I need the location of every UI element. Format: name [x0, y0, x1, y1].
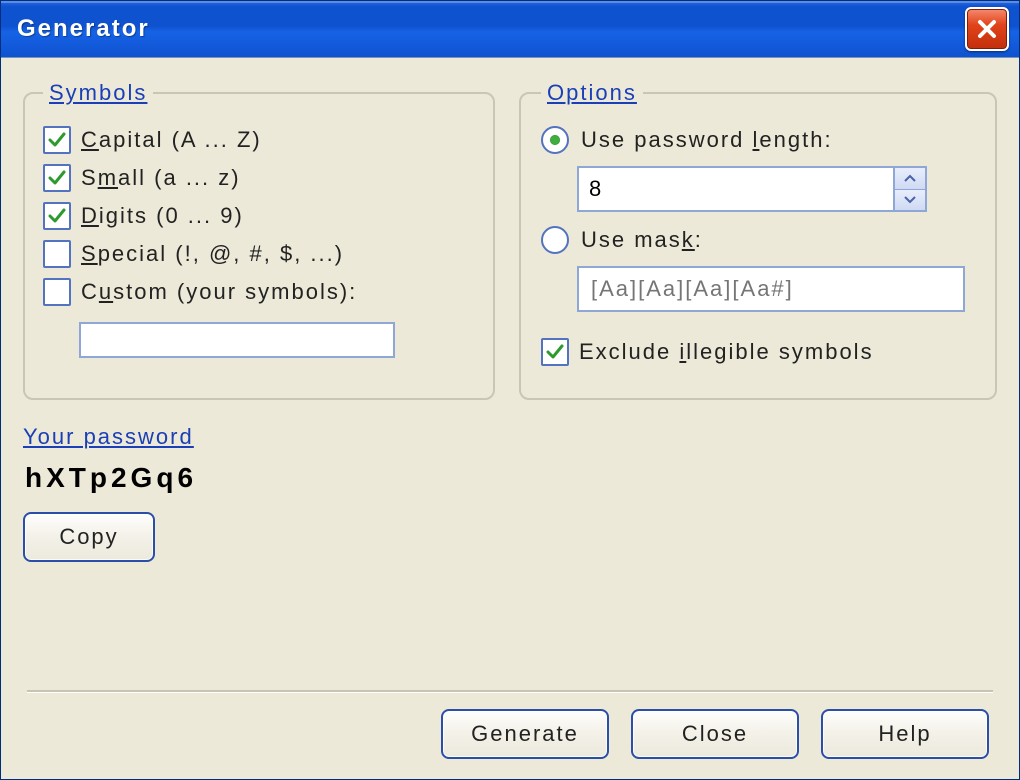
use-mask-radio-row[interactable]: Use mask: [541, 226, 975, 254]
exclude-checkbox-row[interactable]: Exclude illegible symbols [541, 338, 975, 366]
password-value: hXTp2Gq6 [25, 462, 997, 494]
chevron-down-icon [904, 196, 916, 204]
symbols-legend[interactable]: Symbols [43, 80, 153, 106]
small-label: Small (a ... z) [81, 165, 241, 191]
use-mask-label: Use mask: [581, 227, 703, 253]
digits-label: Digits (0 ... 9) [81, 203, 244, 229]
exclude-label: Exclude illegible symbols [579, 339, 874, 365]
small-checkbox-row[interactable]: Small (a ... z) [43, 164, 475, 192]
help-button[interactable]: Help [821, 709, 989, 759]
special-label: Special (!, @, #, $, ...) [81, 241, 344, 267]
use-length-label: Use password length: [581, 127, 833, 153]
capital-checkbox[interactable] [43, 126, 71, 154]
use-length-radio[interactable] [541, 126, 569, 154]
client-area: Symbols Capital (A ... Z) Small (a ... z… [1, 57, 1019, 779]
titlebar: Generator [1, 1, 1019, 57]
mask-input[interactable] [577, 266, 965, 312]
check-icon [48, 131, 66, 149]
use-mask-radio[interactable] [541, 226, 569, 254]
digits-checkbox[interactable] [43, 202, 71, 230]
separator [27, 690, 993, 693]
upper-panels: Symbols Capital (A ... Z) Small (a ... z… [23, 80, 997, 400]
close-button[interactable]: Close [631, 709, 799, 759]
use-length-radio-row[interactable]: Use password length: [541, 126, 975, 154]
dialog-buttons: Generate Close Help [23, 709, 997, 765]
window-title: Generator [17, 15, 150, 43]
symbols-group: Symbols Capital (A ... Z) Small (a ... z… [23, 80, 495, 400]
close-window-button[interactable] [965, 7, 1009, 51]
custom-checkbox-row[interactable]: Custom (your symbols): [43, 278, 475, 306]
generator-window: Generator Symbols Capital (A ... Z) [0, 0, 1020, 780]
check-icon [48, 207, 66, 225]
length-spinner [577, 166, 975, 212]
digits-checkbox-row[interactable]: Digits (0 ... 9) [43, 202, 475, 230]
special-checkbox-row[interactable]: Special (!, @, #, $, ...) [43, 240, 475, 268]
custom-checkbox[interactable] [43, 278, 71, 306]
your-password-section: Your password hXTp2Gq6 Copy [23, 424, 997, 562]
check-icon [546, 343, 564, 361]
small-checkbox[interactable] [43, 164, 71, 192]
spinner-buttons [893, 166, 927, 212]
spin-up-button[interactable] [895, 168, 925, 189]
custom-label: Custom (your symbols): [81, 279, 357, 305]
copy-button[interactable]: Copy [23, 512, 155, 562]
capital-label: Capital (A ... Z) [81, 127, 262, 153]
length-input[interactable] [577, 166, 893, 212]
exclude-illegible-checkbox[interactable] [541, 338, 569, 366]
options-group: Options Use password length: [519, 80, 997, 400]
check-icon [48, 169, 66, 187]
generate-button[interactable]: Generate [441, 709, 609, 759]
spin-down-button[interactable] [895, 189, 925, 211]
your-password-heading[interactable]: Your password [23, 424, 997, 450]
close-icon [976, 18, 998, 40]
capital-checkbox-row[interactable]: Capital (A ... Z) [43, 126, 475, 154]
options-legend[interactable]: Options [541, 80, 643, 106]
special-checkbox[interactable] [43, 240, 71, 268]
chevron-up-icon [904, 174, 916, 182]
custom-symbols-input[interactable] [79, 322, 395, 358]
